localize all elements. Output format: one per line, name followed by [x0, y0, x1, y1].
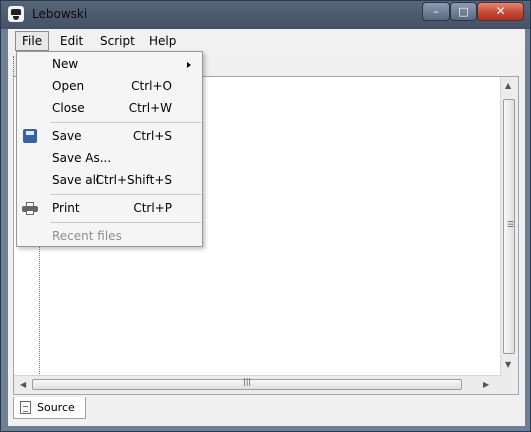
application-window: Lebowski – □ ✕ File Edit Script Help ▲ ☰… — [0, 0, 531, 432]
tab-source[interactable]: Source — [13, 397, 86, 419]
print-icon — [22, 202, 38, 215]
menu-help[interactable]: Help — [143, 32, 182, 50]
menu-item-save-all[interactable]: Save all Ctrl+Shift+S — [17, 169, 202, 191]
close-button[interactable]: ✕ — [477, 2, 524, 21]
menu-item-new[interactable]: New — [17, 53, 202, 75]
menu-item-label: Open — [52, 79, 85, 93]
menu-item-save-as[interactable]: Save As... — [17, 147, 202, 169]
menu-script[interactable]: Script — [94, 32, 141, 50]
horizontal-scrollbar[interactable]: ◀ ||| ▶ — [14, 375, 502, 394]
menu-file[interactable]: File — [15, 31, 50, 51]
menu-item-open[interactable]: Open Ctrl+O — [17, 75, 202, 97]
menu-item-shortcut: Ctrl+O — [131, 79, 172, 93]
scroll-up-arrow-icon[interactable]: ▲ — [505, 81, 511, 90]
vertical-scroll-thumb[interactable]: ☰ — [503, 99, 515, 354]
scrollbar-corner — [501, 376, 518, 394]
menu-item-shortcut: Ctrl+W — [128, 101, 172, 115]
scroll-left-arrow-icon[interactable]: ◀ — [20, 380, 26, 389]
menu-item-shortcut: Ctrl+P — [133, 201, 172, 215]
menu-item-print[interactable]: Print Ctrl+P — [17, 197, 202, 219]
horizontal-scroll-thumb[interactable]: ||| — [32, 377, 462, 390]
menu-item-save[interactable]: Save Ctrl+S — [17, 125, 202, 147]
menu-separator — [50, 194, 201, 195]
vertical-scrollbar[interactable]: ▲ ☰ ▼ — [500, 77, 518, 376]
menu-item-label: Recent files — [52, 229, 122, 243]
grip-icon: ☰ — [507, 220, 515, 229]
scroll-right-arrow-icon[interactable]: ▶ — [483, 380, 489, 389]
menu-separator — [50, 222, 201, 223]
menu-item-label: Save — [52, 129, 82, 143]
file-menu-dropdown: New Open Ctrl+O Close Ctrl+W Save Ctrl+S… — [16, 51, 203, 247]
menu-item-close[interactable]: Close Ctrl+W — [17, 97, 202, 119]
maximize-button[interactable]: □ — [450, 2, 477, 21]
menu-item-shortcut: Ctrl+Shift+S — [95, 173, 172, 187]
window-title: Lebowski — [32, 7, 88, 21]
bottom-tab-bar: Source — [13, 397, 519, 421]
menu-item-label: Save As... — [52, 151, 112, 165]
save-icon — [23, 129, 37, 143]
app-logo-icon — [8, 6, 24, 22]
menu-item-label: Print — [52, 201, 80, 215]
scroll-down-arrow-icon[interactable]: ▼ — [505, 360, 511, 369]
menu-item-recent-files: Recent files — [17, 225, 202, 247]
title-bar[interactable]: Lebowski – □ ✕ — [1, 1, 530, 29]
menu-edit[interactable]: Edit — [54, 32, 89, 50]
document-icon — [20, 401, 31, 414]
menu-item-shortcut: Ctrl+S — [132, 129, 172, 143]
grip-icon: ||| — [243, 377, 252, 386]
menu-separator — [50, 122, 201, 123]
tab-source-label: Source — [37, 401, 75, 414]
submenu-arrow-icon — [187, 62, 191, 68]
menu-item-label: New — [52, 57, 79, 71]
minimize-button[interactable]: – — [422, 2, 450, 21]
menu-item-label: Save all — [52, 173, 100, 187]
menu-item-label: Close — [52, 101, 85, 115]
